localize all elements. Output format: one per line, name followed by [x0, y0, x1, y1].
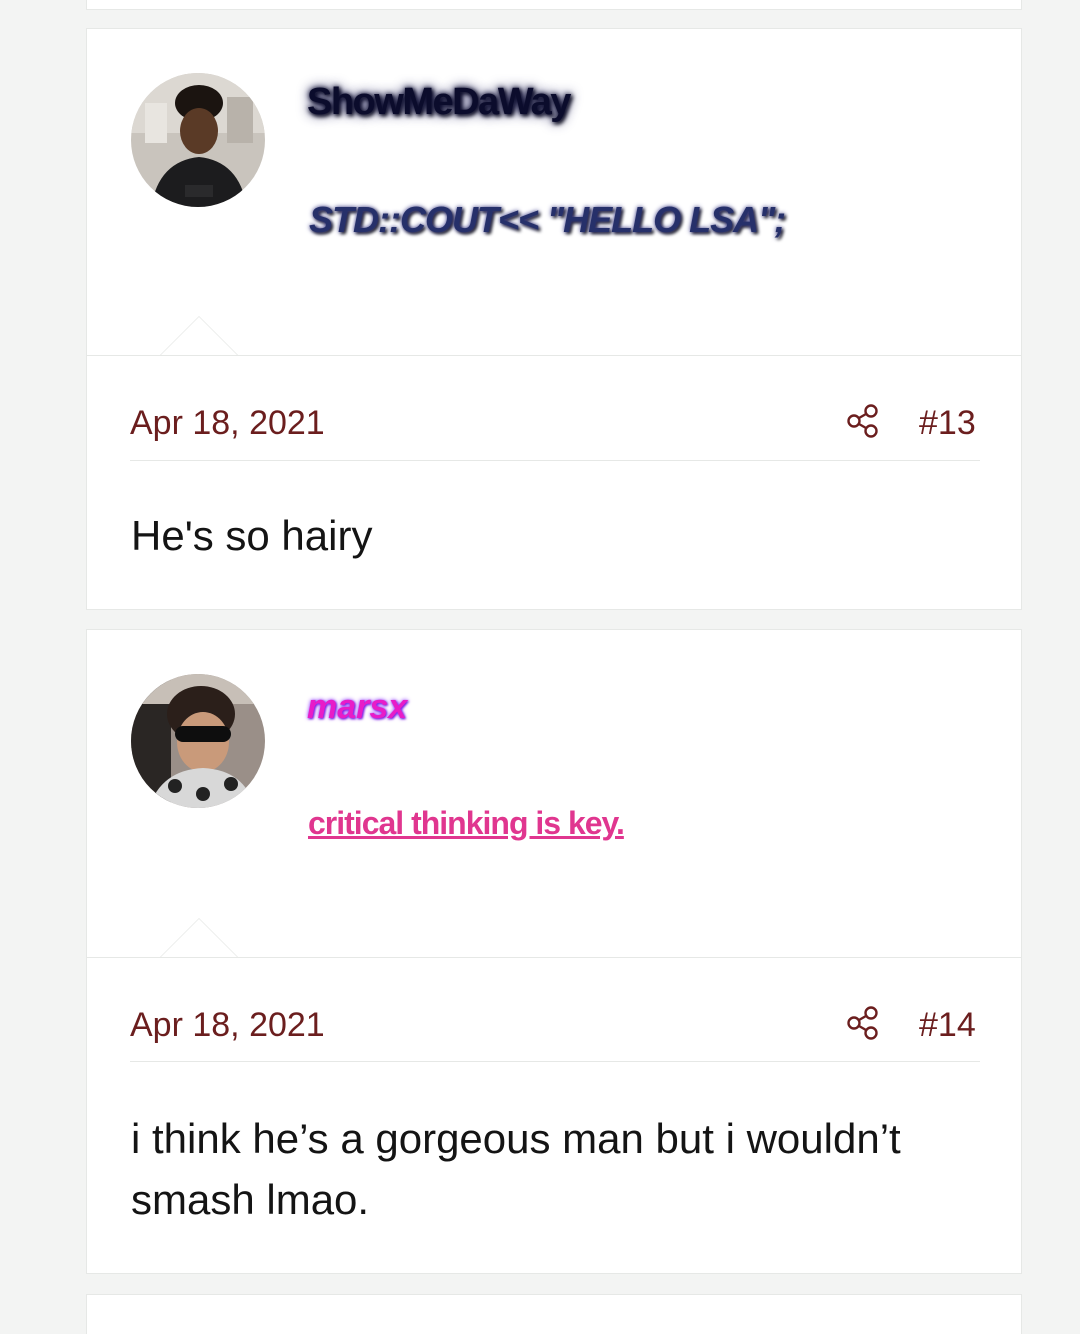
avatar-image: [131, 674, 265, 808]
meta-divider: [130, 1061, 980, 1062]
divider: [87, 355, 1021, 356]
post-body: i think he’s a gorgeous man but i wouldn…: [131, 1115, 901, 1223]
user-title: STD::COUT<< "HELLO LSA";: [309, 199, 786, 240]
previous-post-card: [86, 0, 1022, 10]
avatar[interactable]: [131, 674, 265, 808]
divider: [87, 957, 1021, 958]
post-date[interactable]: Apr 18, 2021: [130, 404, 325, 443]
post-body: He's so hairy: [131, 512, 373, 559]
user-title: critical thinking is key.: [308, 805, 625, 841]
post-card: marsx critical thinking is key. Apr 18, …: [86, 629, 1022, 1274]
next-post-card: [86, 1294, 1022, 1334]
meta-divider: [130, 460, 980, 461]
post-number[interactable]: #13: [919, 404, 976, 443]
post-date[interactable]: Apr 18, 2021: [130, 1006, 325, 1045]
share-icon[interactable]: [847, 1006, 879, 1040]
message-pointer: [159, 316, 239, 356]
username[interactable]: marsx: [307, 688, 407, 727]
share-icon[interactable]: [847, 404, 879, 438]
username[interactable]: ShowMeDaWay: [307, 81, 571, 124]
post-card: ShowMeDaWay STD::COUT<< "HELLO LSA"; Apr…: [86, 28, 1022, 610]
message-pointer: [159, 918, 239, 958]
avatar[interactable]: [131, 73, 265, 207]
avatar-image: [131, 73, 265, 207]
post-number[interactable]: #14: [919, 1006, 976, 1045]
